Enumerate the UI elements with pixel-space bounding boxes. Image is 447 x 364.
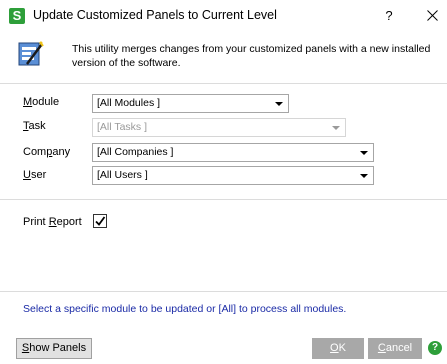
chevron-down-icon[interactable] xyxy=(360,151,368,155)
show-panels-button[interactable]: Show Panels xyxy=(16,338,92,359)
module-value: [All Modules ] xyxy=(97,97,161,109)
user-select[interactable]: [All Users ] xyxy=(92,166,374,185)
divider xyxy=(0,199,447,200)
divider xyxy=(0,83,447,84)
cancel-button[interactable]: Cancel xyxy=(368,338,422,359)
company-label: Company xyxy=(23,146,71,158)
chevron-down-icon[interactable] xyxy=(275,102,283,106)
title-bar: S Update Customized Panels to Current Le… xyxy=(0,0,447,31)
module-label: Module xyxy=(23,96,60,108)
status-message: Select a specific module to be updated o… xyxy=(23,303,347,315)
sage-app-icon: S xyxy=(9,8,25,24)
print-report-label: Print Report xyxy=(23,216,82,228)
task-label-text: ask xyxy=(28,120,46,132)
user-label-text: ser xyxy=(30,169,47,181)
ok-button[interactable]: OK xyxy=(312,338,364,359)
task-select[interactable]: [All Tasks ] xyxy=(92,118,346,137)
utility-description: This utility merges changes from your cu… xyxy=(72,43,431,69)
header-area: This utility merges changes from your cu… xyxy=(0,31,447,83)
user-value: [All Users ] xyxy=(97,169,148,181)
checkmark-icon xyxy=(95,216,106,226)
user-label: User xyxy=(23,169,47,181)
close-icon xyxy=(426,10,438,21)
company-select[interactable]: [All Companies ] xyxy=(92,143,374,162)
help-button[interactable]: ? xyxy=(378,6,400,26)
close-button[interactable] xyxy=(421,6,443,26)
chevron-down-icon[interactable] xyxy=(360,174,368,178)
task-value: [All Tasks ] xyxy=(97,121,147,133)
chevron-down-icon[interactable] xyxy=(332,126,340,130)
divider xyxy=(0,291,447,292)
task-label: Task xyxy=(23,120,46,132)
window-title: Update Customized Panels to Current Leve… xyxy=(33,8,277,22)
help-icon[interactable]: ? xyxy=(428,341,442,355)
company-value: [All Companies ] xyxy=(97,146,174,158)
utility-wand-icon xyxy=(18,41,44,66)
module-select[interactable]: [All Modules ] xyxy=(92,94,289,113)
module-label-text: odule xyxy=(32,96,60,108)
print-report-checkbox[interactable] xyxy=(93,214,107,228)
